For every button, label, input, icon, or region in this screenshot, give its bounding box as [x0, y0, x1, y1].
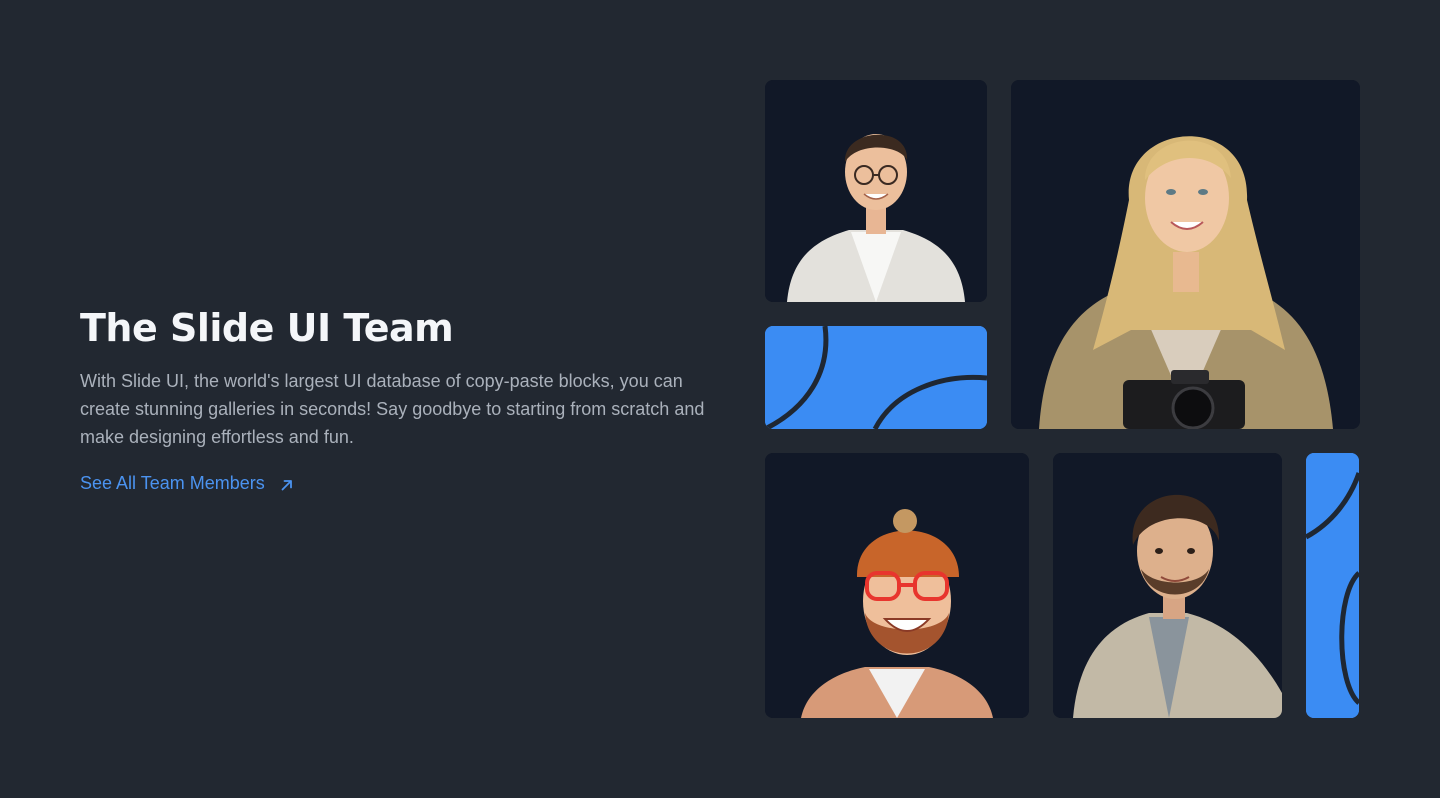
man-in-jacket-portrait: [1053, 453, 1282, 718]
team-member-photo: [1011, 80, 1360, 429]
decorative-arc-tile: [765, 326, 987, 429]
team-intro: The Slide UI Team With Slide UI, the wor…: [80, 305, 720, 495]
bearded-man-beanie-portrait: [765, 453, 1029, 718]
team-member-photo: [765, 80, 987, 302]
man-with-glasses-portrait: [765, 80, 987, 302]
page-title: The Slide UI Team: [80, 306, 454, 350]
arc-pattern-icon: [1306, 453, 1359, 718]
team-member-photo: [765, 453, 1029, 718]
arrow-up-right-icon: [279, 475, 295, 491]
see-all-team-members-link[interactable]: See All Team Members: [80, 471, 295, 495]
woman-with-camera-portrait: [1011, 80, 1360, 429]
team-member-photo: [1053, 453, 1282, 718]
team-description: With Slide UI, the world's largest UI da…: [80, 371, 705, 447]
decorative-arc-strip: [1306, 453, 1359, 718]
see-all-team-members-label: See All Team Members: [80, 473, 265, 493]
arc-pattern-icon: [765, 326, 987, 429]
